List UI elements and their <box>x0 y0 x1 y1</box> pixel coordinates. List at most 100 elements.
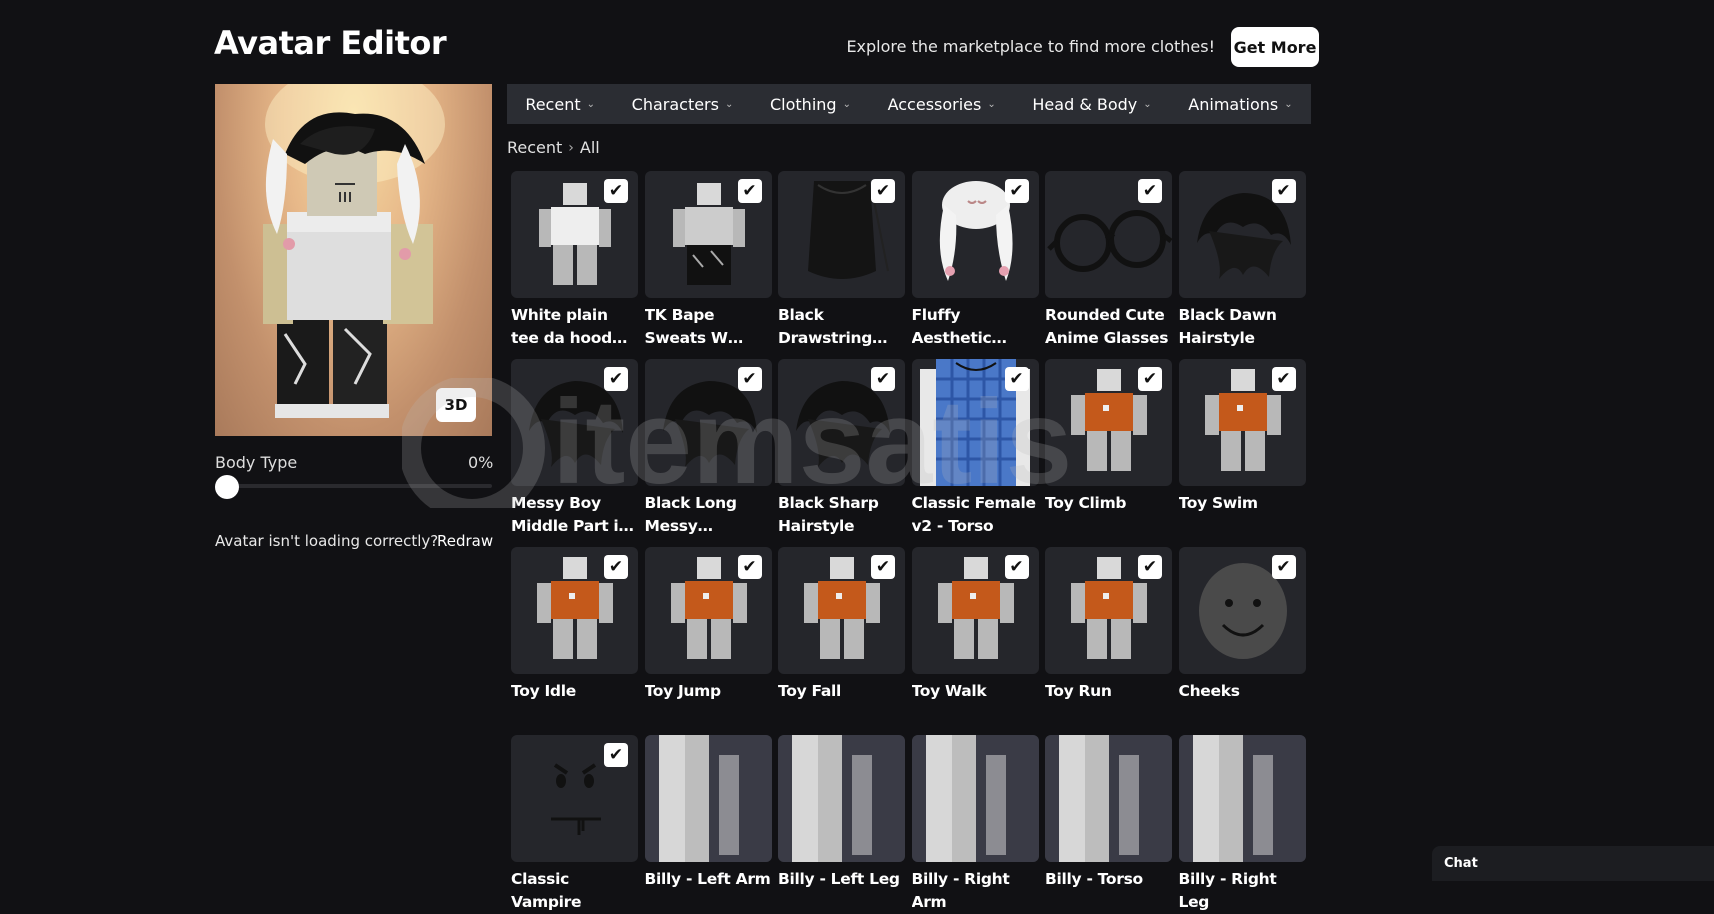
tab-label: Characters <box>631 94 719 114</box>
item-card[interactable]: ✔ Cheeks <box>1178 547 1306 703</box>
item-thumbnail[interactable]: ✔ <box>511 359 638 486</box>
item-name: Toy Fall <box>778 682 842 700</box>
item-thumbnail[interactable] <box>911 735 1039 862</box>
item-thumbnail[interactable]: ✔ <box>778 547 905 674</box>
item-thumbnail[interactable]: ✔ <box>1178 547 1306 674</box>
checkmark-icon[interactable]: ✔ <box>1138 367 1162 391</box>
checkmark-icon[interactable]: ✔ <box>1004 555 1029 579</box>
checkmark-icon[interactable]: ✔ <box>1138 179 1162 203</box>
item-thumbnail[interactable]: ✔ <box>1045 547 1172 674</box>
item-thumbnail[interactable]: ✔ <box>511 547 638 674</box>
item-thumbnail[interactable] <box>1045 735 1172 862</box>
item-thumbnail[interactable]: ✔ <box>644 171 772 298</box>
item-card[interactable]: Billy - Right Arm <box>911 735 1039 914</box>
item-thumbnail[interactable]: ✔ <box>911 171 1039 298</box>
item-card[interactable]: ✔ Toy Walk <box>911 547 1039 703</box>
view-3d-toggle-button[interactable]: 3D <box>436 388 476 422</box>
breadcrumb: Recent › All <box>507 138 600 157</box>
item-thumbnail[interactable]: ✔ <box>778 171 905 298</box>
item-card[interactable]: ✔ White plain tee da hood slender <box>511 171 638 350</box>
checkmark-icon[interactable]: ✔ <box>871 555 895 579</box>
item-thumbnail[interactable]: ✔ <box>644 547 772 674</box>
item-name: Toy Swim <box>1178 494 1259 512</box>
item-card[interactable]: ✔ Toy Jump <box>644 547 772 703</box>
checkmark-icon[interactable]: ✔ <box>604 555 628 579</box>
item-thumbnail[interactable] <box>1178 735 1306 862</box>
tab-accessories[interactable]: Accessories ⌄ <box>888 95 996 114</box>
body-type-slider-thumb[interactable] <box>215 475 239 499</box>
item-name: Black Long Messy Hairstyle <box>644 494 737 535</box>
item-name: Toy Climb <box>1045 494 1127 512</box>
item-thumbnail[interactable]: ✔ <box>778 359 905 486</box>
checkmark-icon[interactable]: ✔ <box>1271 179 1296 203</box>
checkmark-icon[interactable]: ✔ <box>737 179 762 203</box>
item-card[interactable]: Billy - Left Leg <box>778 735 905 891</box>
limb-icon <box>1178 735 1306 862</box>
item-card[interactable]: ✔ Toy Swim <box>1178 359 1306 515</box>
breadcrumb-recent[interactable]: Recent <box>507 138 562 157</box>
tab-recent[interactable]: Recent ⌄ <box>525 95 595 114</box>
item-card[interactable]: ✔ Classic Vampire <box>511 735 638 914</box>
checkmark-icon[interactable]: ✔ <box>737 555 762 579</box>
item-name: Billy - Left Leg <box>778 870 900 888</box>
checkmark-icon[interactable]: ✔ <box>871 179 895 203</box>
tab-label: Accessories <box>887 94 982 114</box>
checkmark-icon[interactable]: ✔ <box>1004 367 1029 391</box>
item-thumbnail[interactable]: ✔ <box>511 171 638 298</box>
item-card[interactable]: ✔ Black Sharp Hairstyle <box>778 359 905 538</box>
checkmark-icon[interactable]: ✔ <box>871 367 895 391</box>
item-name: Cheeks <box>1178 682 1240 700</box>
item-name: Fluffy Aesthetic Bunny Hat <box>911 306 992 347</box>
checkmark-icon[interactable]: ✔ <box>604 743 628 767</box>
get-more-button[interactable]: Get More <box>1231 27 1319 67</box>
item-card[interactable]: ✔ Black Long Messy Hairstyle <box>644 359 772 538</box>
item-card[interactable]: ✔ Toy Run <box>1045 547 1172 703</box>
item-card[interactable]: ✔ TK Bape Sweats W Bapestas <box>644 171 772 350</box>
body-type-slider-track[interactable] <box>215 484 492 488</box>
item-card[interactable]: ✔ Toy Climb <box>1045 359 1172 515</box>
item-card[interactable]: ✔ Messy Boy Middle Part in Black <box>511 359 638 538</box>
checkmark-icon[interactable]: ✔ <box>604 367 628 391</box>
tab-label: Animations <box>1188 94 1279 114</box>
body-type-value: 0% <box>468 453 494 472</box>
checkmark-icon[interactable]: ✔ <box>1004 179 1029 203</box>
item-card[interactable]: ✔ Black Dawn Hairstyle <box>1178 171 1306 350</box>
item-thumbnail[interactable]: ✔ <box>1045 171 1172 298</box>
item-thumbnail[interactable]: ✔ <box>1045 359 1172 486</box>
item-name: Classic Female v2 - Torso <box>911 494 1037 535</box>
item-name: Toy Idle <box>511 682 576 700</box>
item-thumbnail[interactable]: ✔ <box>511 735 638 862</box>
redraw-link[interactable]: Redraw <box>437 532 493 550</box>
explore-text: Explore the marketplace to find more clo… <box>846 37 1215 56</box>
item-thumbnail[interactable]: ✔ <box>644 359 772 486</box>
item-card[interactable]: Billy - Left Arm <box>644 735 772 891</box>
tab-animations[interactable]: Animations ⌄ <box>1188 95 1292 114</box>
item-thumbnail[interactable]: ✔ <box>911 359 1039 486</box>
item-card[interactable]: Billy - Right Leg <box>1178 735 1306 914</box>
item-card[interactable]: ✔ Rounded Cute Anime Glasses <box>1045 171 1172 350</box>
breadcrumb-all[interactable]: All <box>580 138 600 157</box>
chat-bar[interactable]: Chat <box>1432 846 1714 881</box>
chevron-down-icon: ⌄ <box>1284 98 1293 110</box>
item-thumbnail[interactable] <box>644 735 772 862</box>
checkmark-icon[interactable]: ✔ <box>1138 555 1162 579</box>
checkmark-icon[interactable]: ✔ <box>604 179 628 203</box>
item-thumbnail[interactable] <box>778 735 905 862</box>
item-card[interactable]: ✔ Black Drawstring Bag <box>778 171 905 350</box>
item-card[interactable]: ✔ Fluffy Aesthetic Bunny Hat <box>911 171 1039 350</box>
item-card[interactable]: ✔ Toy Fall <box>778 547 905 703</box>
tab-head-body[interactable]: Head & Body ⌄ <box>1032 95 1151 114</box>
tab-clothing[interactable]: Clothing ⌄ <box>770 95 851 114</box>
checkmark-icon[interactable]: ✔ <box>1271 555 1296 579</box>
checkmark-icon[interactable]: ✔ <box>737 367 762 391</box>
item-card[interactable]: Billy - Torso <box>1045 735 1172 891</box>
limb-icon <box>911 735 1039 862</box>
tab-characters[interactable]: Characters ⌄ <box>632 95 734 114</box>
checkmark-icon[interactable]: ✔ <box>1271 367 1296 391</box>
item-card[interactable]: ✔ Classic Female v2 - Torso <box>911 359 1039 538</box>
avatar-preview[interactable] <box>215 84 492 436</box>
item-thumbnail[interactable]: ✔ <box>1178 171 1306 298</box>
item-card[interactable]: ✔ Toy Idle <box>511 547 638 703</box>
item-thumbnail[interactable]: ✔ <box>1178 359 1306 486</box>
item-thumbnail[interactable]: ✔ <box>911 547 1039 674</box>
